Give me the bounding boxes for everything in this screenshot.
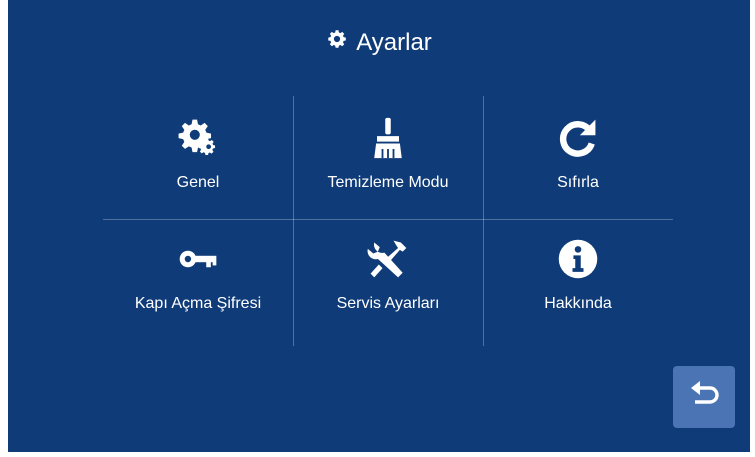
menu-item-servis-ayarlari[interactable]: Servis Ayarları [293,219,483,342]
refresh-icon [554,114,602,162]
tools-icon [364,235,412,283]
page-title-text: Ayarlar [356,28,432,56]
menu-item-label: Sıfırla [557,174,599,191]
gears-icon [174,114,222,162]
menu-item-label: Hakkında [544,295,612,312]
menu-item-hakkinda[interactable]: Hakkında [483,219,673,342]
menu-item-label: Kapı Açma Şifresi [134,295,262,312]
settings-grid: Genel Temizleme Modu Sıfırla Kapı Açma Ş… [103,96,673,346]
menu-item-kapi-acma-sifresi[interactable]: Kapı Açma Şifresi [103,219,293,342]
back-arrow-icon [687,378,721,417]
settings-screen: Ayarlar Genel Temizleme Modu Sıfırla Kap… [8,0,750,452]
menu-item-sifirla[interactable]: Sıfırla [483,96,673,219]
broom-icon [364,114,412,162]
page-title: Ayarlar [8,28,750,57]
info-icon [554,235,602,283]
key-icon [174,235,222,283]
menu-item-label: Servis Ayarları [336,295,440,312]
menu-item-genel[interactable]: Genel [103,96,293,219]
menu-item-label: Genel [176,174,220,191]
back-button[interactable] [673,366,735,428]
menu-item-label: Temizleme Modu [327,174,449,191]
gear-icon [326,28,348,57]
menu-item-temizleme-modu[interactable]: Temizleme Modu [293,96,483,219]
